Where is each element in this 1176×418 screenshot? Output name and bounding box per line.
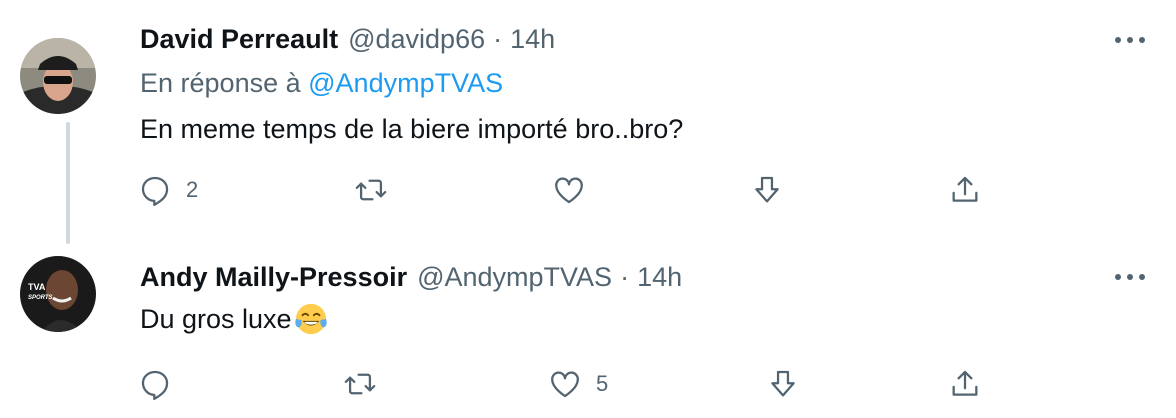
reply-to-handle-link[interactable]: @AndympTVAS [308,68,503,98]
thread-connector [66,122,70,244]
reply-button[interactable] [138,364,186,404]
tweet-header: David Perreault @davidp66 · 14h [140,22,555,56]
avatar-andy[interactable]: TVA SPORTS [20,256,96,332]
more-options-button[interactable] [1112,25,1148,55]
display-name[interactable]: David Perreault [140,24,338,55]
retweet-icon [344,373,376,395]
avatar-badge-bottom: SPORTS [28,295,53,301]
retweet-button[interactable] [343,364,391,404]
share-button[interactable] [948,170,982,210]
more-dots-icon [1115,274,1145,280]
tweet-actions: 5 [138,364,998,404]
reply-icon [141,370,169,401]
retweet-down-button[interactable] [750,170,784,210]
share-button[interactable] [948,364,982,404]
reply-prefix: En réponse à [140,68,301,98]
tweet-text: Du gros luxe [140,302,328,336]
tweet-header: Andy Mailly-Pressoir @AndympTVAS · 14h [140,260,682,294]
tweet-david-perreault[interactable]: David Perreault @davidp66 · 14h En répon… [0,0,1176,244]
separator-dot: · [493,23,503,54]
avatar-photo: TVA SPORTS [20,256,96,332]
user-handle[interactable]: @AndympTVAS [417,262,612,293]
timestamp[interactable]: 14h [510,24,555,55]
tears-of-joy-emoji-icon [294,303,327,335]
like-button[interactable] [552,170,600,210]
share-icon [952,176,978,202]
heart-icon [551,371,579,398]
reply-icon [141,176,169,207]
retweet-down-button[interactable] [766,364,800,404]
arrow-down-icon [771,370,795,397]
reply-count: 2 [186,177,199,202]
user-handle[interactable]: @davidp66 [348,24,485,55]
reply-button[interactable]: 2 [138,170,198,210]
arrow-down-icon [755,176,779,203]
more-dots-icon [1115,37,1145,43]
tweet-text-content: Du gros luxe [140,303,292,334]
tweet-actions: 2 [138,170,998,210]
avatar-david[interactable] [20,38,96,114]
like-count: 5 [596,371,609,396]
heart-icon [555,177,583,204]
tweet-andy-mailly-pressoir[interactable]: TVA SPORTS Andy Mailly-Pressoir @AndympT… [0,240,1176,418]
reply-context: En réponse à @AndympTVAS [140,68,503,99]
more-options-button[interactable] [1112,262,1148,292]
separator-dot: · [620,261,630,292]
share-icon [952,370,978,396]
avatar-badge-top: TVA [28,282,46,292]
retweet-button[interactable] [354,170,402,210]
tweet-text: En meme temps de la biere importé bro..b… [140,114,684,144]
avatar-photo [20,38,96,114]
like-button[interactable]: 5 [548,364,608,404]
display-name[interactable]: Andy Mailly-Pressoir [140,262,407,293]
retweet-icon [355,179,387,201]
timestamp[interactable]: 14h [637,262,682,293]
